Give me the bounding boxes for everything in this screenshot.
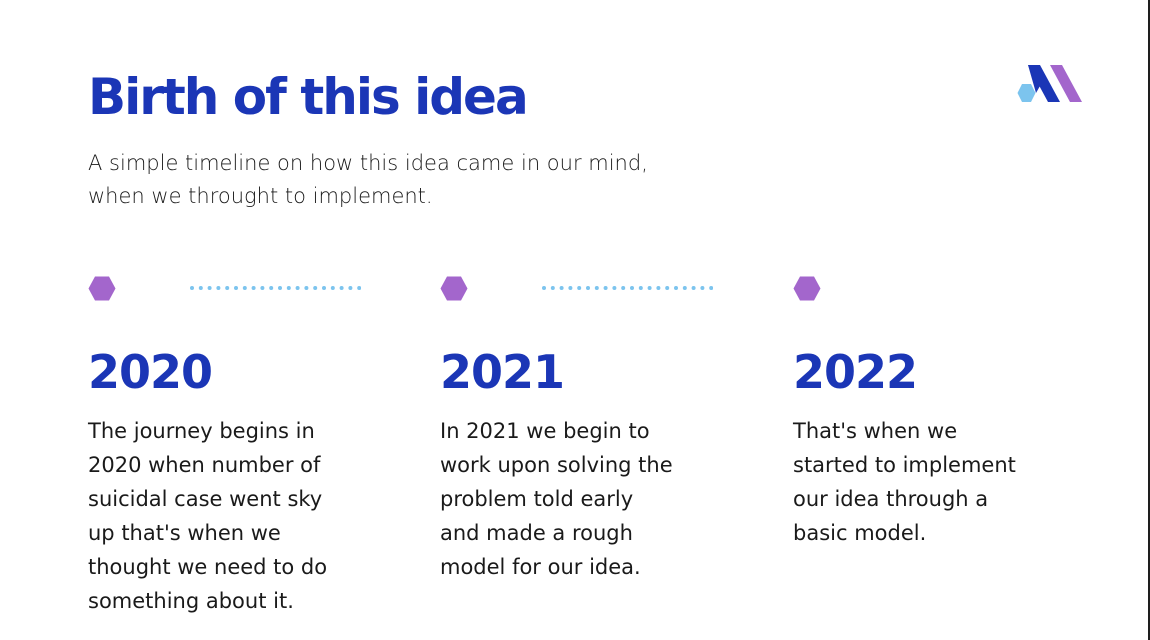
description-line: The journey begins in [88, 419, 315, 443]
description-line: our idea through a [793, 487, 989, 511]
description-line: thought we need to do [88, 555, 328, 579]
connector-dot [612, 286, 617, 290]
connector-dot [559, 286, 564, 290]
connector-dot [674, 286, 678, 290]
description-line: That's when we [793, 419, 958, 443]
timeline-hexagon-icon [793, 276, 821, 301]
connector-dot [260, 286, 265, 290]
description-line: model for our idea. [440, 555, 641, 579]
connector-dot [357, 286, 361, 290]
connector-dot [550, 286, 555, 290]
connector-dot [225, 286, 230, 290]
connector-dot [339, 286, 344, 290]
abstract-m-logo-icon [1017, 65, 1082, 102]
connector-dot [594, 286, 599, 290]
description-line: something about it. [88, 589, 294, 613]
connector-dot [216, 286, 221, 290]
connector-dot [700, 286, 705, 290]
connector-dot [286, 286, 291, 290]
connector-dot [304, 286, 309, 290]
connector-dot [269, 286, 274, 290]
connector-dot [682, 286, 687, 290]
connector-dot [638, 286, 643, 290]
timeline-hexagon-icon [88, 276, 116, 301]
description-line: suicidal case went sky [88, 487, 323, 511]
slide-title: Birth of this idea [88, 68, 529, 126]
connector-dot [295, 286, 300, 290]
description-line: 2020 when number of [88, 453, 321, 477]
description-line: basic model. [793, 521, 927, 545]
connector-dot [198, 286, 203, 290]
slide: Birth of this idea A simple timeline on … [0, 0, 1148, 640]
connector-dot [542, 286, 546, 290]
timeline-dotted-connector [190, 286, 361, 290]
connector-dot [207, 286, 212, 290]
connector-dot [665, 286, 670, 290]
timeline-hexagon-icon [440, 276, 468, 301]
connector-dot [647, 286, 652, 290]
logo-light-hexagon [1017, 84, 1036, 102]
connector-dot [234, 286, 238, 290]
timeline-year-2022: 2022 [793, 345, 918, 399]
connector-dot [577, 286, 582, 290]
connector-dot [190, 286, 194, 290]
description-line: work upon solving the [440, 453, 673, 477]
connector-dot [322, 286, 326, 290]
timeline-dotted-connector [542, 286, 713, 290]
connector-dot [603, 286, 608, 290]
connector-dot [621, 286, 626, 290]
description-line: problem told early [440, 487, 634, 511]
connector-dot [691, 286, 696, 290]
connector-dot [656, 286, 661, 290]
description-line: started to implement [793, 453, 1016, 477]
connector-dot [278, 286, 282, 290]
timeline-description-2022: That's when we started to implement our … [793, 414, 1016, 550]
subtitle-line: when we throught to implement. [88, 184, 433, 208]
description-line: up that's when we [88, 521, 281, 545]
connector-dot [630, 286, 634, 290]
timeline-description-2021: In 2021 we begin to work upon solving th… [440, 414, 673, 584]
description-line: In 2021 we begin to [440, 419, 650, 443]
connector-dot [330, 286, 335, 290]
connector-dot [251, 286, 256, 290]
connector-dot [568, 286, 573, 290]
timeline-year-2020: 2020 [88, 345, 213, 399]
timeline-year-2021: 2021 [440, 345, 565, 399]
subtitle-line: A simple timeline on how this idea came … [88, 151, 648, 175]
description-line: and made a rough [440, 521, 633, 545]
connector-dot [348, 286, 353, 290]
connector-dot [586, 286, 590, 290]
timeline-description-2020: The journey begins in 2020 when number o… [88, 414, 327, 618]
slide-subtitle: A simple timeline on how this idea came … [88, 147, 708, 213]
connector-dot [709, 286, 713, 290]
connector-dot [313, 286, 318, 290]
connector-dot [242, 286, 247, 290]
